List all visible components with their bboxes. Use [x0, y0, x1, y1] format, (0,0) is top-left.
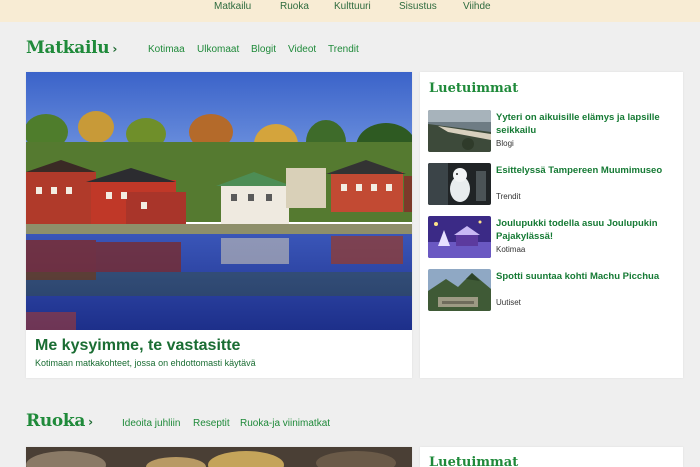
subnav-item-kotimaa[interactable]: Kotimaa	[148, 44, 185, 55]
top-navigation: Matkailu Ruoka Kulttuuri Sisustus Viihde	[0, 0, 700, 22]
subnav-item-videot[interactable]: Videot	[288, 44, 316, 55]
beach-thumb-icon	[428, 110, 491, 152]
section-title-text: Ruoka	[26, 411, 86, 431]
subnav-item-blogit[interactable]: Blogit	[251, 44, 276, 55]
topnav-item-ruoka[interactable]: Ruoka	[280, 0, 309, 13]
topnav-item-sisustus[interactable]: Sisustus	[399, 0, 437, 13]
section-title-text: Matkailu	[26, 38, 110, 58]
subnav-item-trendit[interactable]: Trendit	[328, 44, 359, 55]
most-read-item[interactable]: Joulupukki todella asuu Joulupukin Pajak…	[428, 216, 676, 260]
food-hero-card[interactable]	[26, 447, 412, 467]
most-read-tag[interactable]: Uutiset	[496, 298, 521, 307]
subnav-item-ruoka-ja-viinimatkat[interactable]: Ruoka-ja viinimatkat	[240, 418, 330, 429]
topnav-item-matkailu[interactable]: Matkailu	[214, 0, 251, 13]
chevron-right-icon: ›	[112, 42, 118, 56]
most-read-title: Luetuimmat	[429, 81, 519, 96]
most-read-tag[interactable]: Kotimaa	[496, 245, 525, 254]
most-read-headline[interactable]: Joulupukki todella asuu Joulupukin Pajak…	[496, 217, 676, 243]
subnav-item-ulkomaat[interactable]: Ulkomaat	[197, 44, 239, 55]
most-read-item[interactable]: Esittelyssä Tampereen Muumimuseo Trendit	[428, 163, 676, 207]
section-title-ruoka[interactable]: Ruoka ›	[26, 411, 93, 431]
food-most-read-sidebar: Luetuimmat	[420, 447, 683, 467]
most-read-headline[interactable]: Spotti suuntaa kohti Machu Picchua	[496, 270, 676, 283]
hero-article-subtitle: Kotimaan matkakohteet, jossa on ehdottom…	[35, 358, 256, 368]
chevron-right-icon: ›	[88, 415, 93, 429]
most-read-sidebar: Luetuimmat Yyteri on aikuisille elämys j…	[420, 72, 683, 378]
topnav-item-viihde[interactable]: Viihde	[463, 0, 491, 13]
machu-picchu-thumb-icon	[428, 269, 491, 311]
topnav-item-kulttuuri[interactable]: Kulttuuri	[334, 0, 371, 13]
hero-article-card[interactable]: Me kysyimme, te vastasitte Kotimaan matk…	[26, 72, 412, 378]
subnav-item-ideoita-juhliin[interactable]: Ideoita juhliin	[122, 418, 180, 429]
most-read-title: Luetuimmat	[429, 455, 519, 467]
porvoo-riverside-image	[26, 72, 412, 330]
food-hero-image	[26, 447, 412, 467]
hero-article-title[interactable]: Me kysyimme, te vastasitte	[35, 337, 240, 355]
most-read-item[interactable]: Yyteri on aikuisille elämys ja lapsille …	[428, 110, 676, 154]
subnav-item-reseptit[interactable]: Reseptit	[193, 418, 230, 429]
most-read-item[interactable]: Spotti suuntaa kohti Machu Picchua Uutis…	[428, 269, 676, 313]
section-title-matkailu[interactable]: Matkailu ›	[26, 38, 117, 58]
most-read-headline[interactable]: Esittelyssä Tampereen Muumimuseo	[496, 164, 676, 177]
santa-village-thumb-icon	[428, 216, 491, 258]
most-read-tag[interactable]: Trendit	[496, 192, 521, 201]
most-read-tag[interactable]: Blogi	[496, 139, 514, 148]
most-read-headline[interactable]: Yyteri on aikuisille elämys ja lapsille …	[496, 111, 676, 137]
moomin-thumb-icon	[428, 163, 491, 205]
